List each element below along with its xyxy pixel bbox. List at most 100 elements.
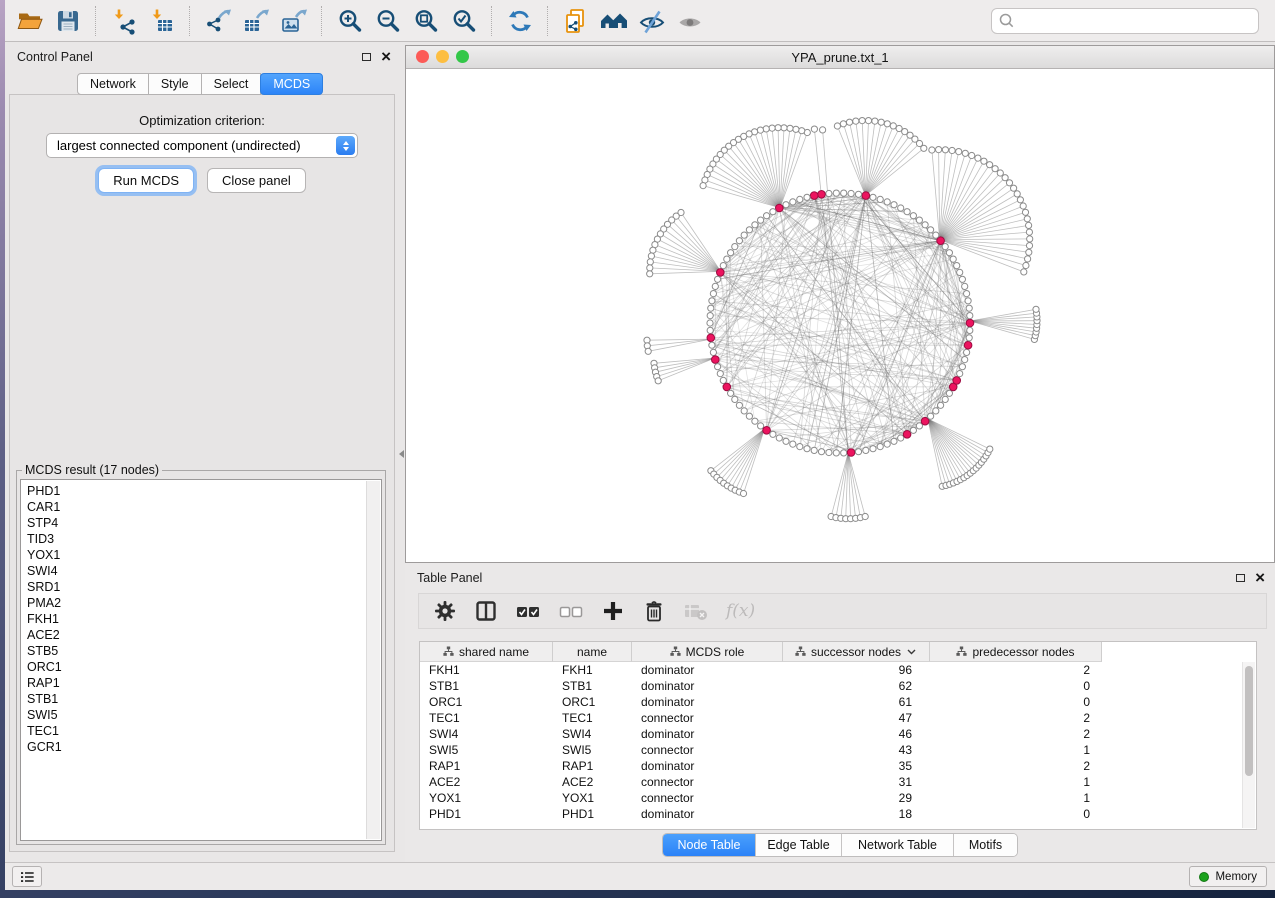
network-node[interactable] bbox=[904, 209, 910, 215]
network-node[interactable] bbox=[650, 247, 656, 253]
search-box[interactable] bbox=[991, 8, 1259, 34]
network-node[interactable] bbox=[776, 435, 782, 441]
mcds-result-item[interactable]: TID3 bbox=[27, 531, 381, 547]
network-node[interactable] bbox=[783, 202, 789, 208]
network-node[interactable] bbox=[746, 227, 752, 233]
network-node[interactable] bbox=[1011, 185, 1017, 191]
network-node[interactable] bbox=[775, 125, 781, 131]
network-node[interactable] bbox=[720, 263, 726, 269]
table-row[interactable]: PHD1PHD1dominator180 bbox=[420, 806, 1256, 822]
network-node[interactable] bbox=[846, 119, 852, 125]
network-node[interactable] bbox=[811, 447, 817, 453]
show-details-button[interactable] bbox=[672, 3, 708, 39]
network-node[interactable] bbox=[910, 427, 916, 433]
network-node[interactable] bbox=[826, 190, 832, 196]
network-node[interactable] bbox=[966, 305, 972, 311]
network-node[interactable] bbox=[715, 364, 721, 370]
export-image-button[interactable] bbox=[276, 3, 312, 39]
network-node[interactable] bbox=[962, 150, 968, 156]
network-node[interactable] bbox=[964, 341, 972, 349]
network-node[interactable] bbox=[962, 283, 968, 289]
zoom-in-button[interactable] bbox=[332, 3, 368, 39]
column-header-MCDS-role[interactable]: MCDS role bbox=[632, 642, 783, 662]
zoom-selected-button[interactable] bbox=[446, 3, 482, 39]
network-node[interactable] bbox=[855, 191, 861, 197]
network-node[interactable] bbox=[707, 320, 713, 326]
network-node[interactable] bbox=[834, 123, 840, 129]
network-node[interactable] bbox=[797, 196, 803, 202]
table-row[interactable]: TEC1TEC1connector472 bbox=[420, 710, 1256, 726]
network-node[interactable] bbox=[736, 402, 742, 408]
network-node[interactable] bbox=[763, 427, 771, 435]
run-mcds-button[interactable]: Run MCDS bbox=[98, 168, 194, 193]
scrollbar-thumb[interactable] bbox=[1245, 666, 1253, 776]
network-node[interactable] bbox=[862, 513, 868, 519]
network-node[interactable] bbox=[916, 217, 922, 223]
network-node[interactable] bbox=[732, 396, 738, 402]
network-node[interactable] bbox=[884, 121, 890, 127]
network-node[interactable] bbox=[776, 204, 784, 212]
network-node[interactable] bbox=[826, 449, 832, 455]
mcds-result-item[interactable]: PHD1 bbox=[27, 483, 381, 499]
network-node[interactable] bbox=[790, 441, 796, 447]
network-node[interactable] bbox=[928, 227, 934, 233]
table-scrollbar[interactable] bbox=[1242, 662, 1255, 828]
network-node[interactable] bbox=[953, 377, 961, 385]
network-node[interactable] bbox=[942, 396, 948, 402]
mcds-result-item[interactable]: SRD1 bbox=[27, 579, 381, 595]
network-canvas[interactable] bbox=[406, 69, 1274, 563]
delete-column-button[interactable] bbox=[642, 599, 666, 623]
table-row[interactable]: SWI5SWI5connector431 bbox=[420, 742, 1256, 758]
network-node[interactable] bbox=[811, 126, 817, 132]
network-node[interactable] bbox=[1026, 249, 1032, 255]
network-node[interactable] bbox=[946, 390, 952, 396]
table-row[interactable]: SWI4SWI4dominator462 bbox=[420, 726, 1256, 742]
network-node[interactable] bbox=[758, 423, 764, 429]
network-node[interactable] bbox=[891, 202, 897, 208]
network-node[interactable] bbox=[724, 256, 730, 262]
save-session-button[interactable] bbox=[50, 3, 86, 39]
network-node[interactable] bbox=[884, 199, 890, 205]
network-node[interactable] bbox=[946, 250, 952, 256]
network-node[interactable] bbox=[655, 378, 661, 384]
network-node[interactable] bbox=[964, 349, 970, 355]
network-node[interactable] bbox=[933, 232, 939, 238]
network-node[interactable] bbox=[957, 269, 963, 275]
network-node[interactable] bbox=[752, 418, 758, 424]
network-node[interactable] bbox=[1014, 191, 1020, 197]
mcds-result-item[interactable]: STP4 bbox=[27, 515, 381, 531]
network-node[interactable] bbox=[781, 125, 787, 131]
network-node[interactable] bbox=[810, 192, 818, 200]
network-node[interactable] bbox=[804, 446, 810, 452]
network-node[interactable] bbox=[1002, 175, 1008, 181]
network-node[interactable] bbox=[790, 199, 796, 205]
network-node[interactable] bbox=[787, 125, 793, 131]
export-table-button[interactable] bbox=[238, 3, 274, 39]
network-node[interactable] bbox=[717, 371, 723, 377]
network-node[interactable] bbox=[903, 431, 911, 439]
table-row[interactable]: RAP1RAP1dominator352 bbox=[420, 758, 1256, 774]
network-node[interactable] bbox=[708, 305, 714, 311]
network-node[interactable] bbox=[987, 162, 993, 168]
network-node[interactable] bbox=[647, 271, 653, 277]
tab-motifs[interactable]: Motifs bbox=[953, 834, 1017, 856]
mcds-result-item[interactable]: SWI5 bbox=[27, 707, 381, 723]
network-node[interactable] bbox=[763, 126, 769, 132]
network-node[interactable] bbox=[992, 166, 998, 172]
network-node[interactable] bbox=[922, 222, 928, 228]
tab-node-table[interactable]: Node Table bbox=[663, 834, 755, 856]
network-node[interactable] bbox=[707, 334, 715, 342]
network-node[interactable] bbox=[936, 147, 942, 153]
network-node[interactable] bbox=[700, 183, 706, 189]
splitter-collapse-icon[interactable] bbox=[399, 450, 404, 458]
network-node[interactable] bbox=[1021, 269, 1027, 275]
network-node[interactable] bbox=[933, 408, 939, 414]
network-node[interactable] bbox=[957, 371, 963, 377]
deselect-all-button[interactable] bbox=[558, 599, 584, 623]
network-node[interactable] bbox=[793, 126, 799, 132]
table-row[interactable]: FKH1FKH1dominator962 bbox=[420, 662, 1256, 678]
network-node[interactable] bbox=[709, 298, 715, 304]
show-columns-button[interactable] bbox=[474, 599, 498, 623]
network-node[interactable] bbox=[1026, 243, 1032, 249]
network-node[interactable] bbox=[1023, 262, 1029, 268]
